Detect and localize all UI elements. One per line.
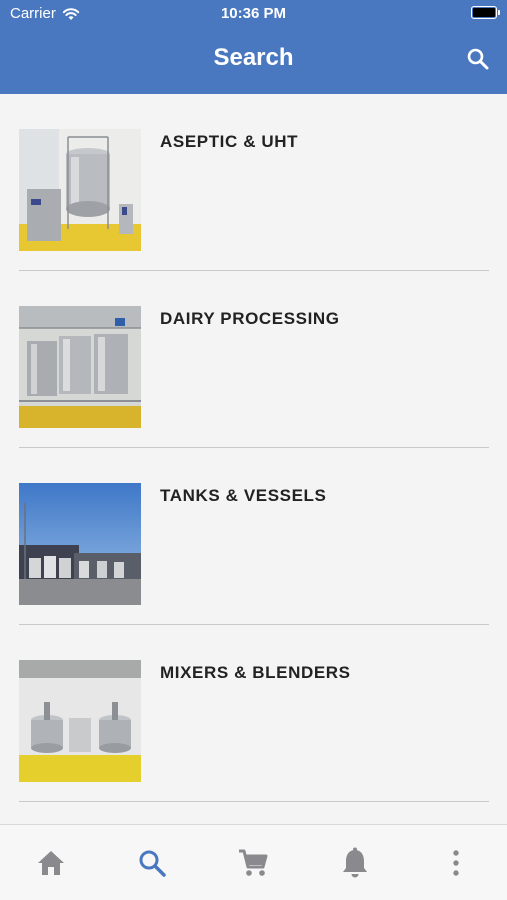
cart-icon (239, 849, 268, 876)
tanks-vessels-image (19, 483, 141, 605)
category-item-aseptic-uht[interactable]: ASEPTIC & UHT (19, 94, 489, 271)
status-time: 10:36 PM (220, 5, 287, 22)
page-title: Search (213, 44, 294, 71)
tab-more[interactable] (436, 843, 476, 883)
tab-notifications[interactable] (335, 843, 375, 883)
app-header: Carrier 10:36 PM Search (0, 0, 507, 94)
mixers-blenders-image (19, 660, 141, 782)
tab-home[interactable] (31, 843, 71, 883)
aseptic-uht-image (19, 129, 141, 251)
category-item-mixers-blenders[interactable]: MIXERS & BLENDERS (19, 625, 489, 802)
battery-icon (471, 6, 500, 19)
category-item-tanks-vessels[interactable]: TANKS & VESSELS (19, 448, 489, 625)
category-label: DAIRY PROCESSING (160, 309, 340, 328)
home-icon (38, 851, 64, 875)
dairy-processing-image (19, 306, 141, 428)
category-label: TANKS & VESSELS (160, 486, 327, 505)
header-search-button[interactable] (463, 44, 493, 74)
category-label: MIXERS & BLENDERS (160, 663, 351, 682)
category-list: ASEPTIC & UHT DAIRY PROCESSING TANKS & V… (0, 94, 507, 824)
status-bar: Carrier 10:36 PM (0, 0, 507, 28)
search-icon (467, 48, 489, 70)
search-icon (139, 850, 166, 877)
category-label: ASEPTIC & UHT (160, 132, 299, 151)
bottom-tab-bar (0, 824, 507, 900)
tab-search[interactable] (132, 843, 172, 883)
more-vertical-icon (453, 850, 459, 876)
tab-cart[interactable] (233, 843, 273, 883)
category-item-dairy-processing[interactable]: DAIRY PROCESSING (19, 271, 489, 448)
bell-icon (343, 847, 367, 878)
